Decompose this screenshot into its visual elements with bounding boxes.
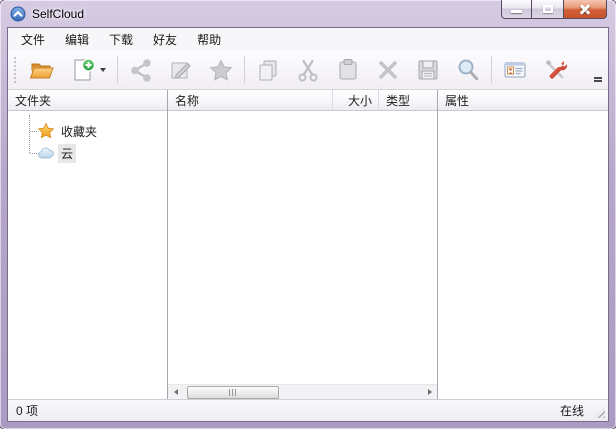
tree-item-label[interactable]: 收藏夹 [58,122,100,141]
save-icon [418,60,438,79]
arrow-right-icon [427,389,432,395]
app-window: SelfCloud 文件 编辑 下载 好友 帮助 文件夹 收藏夹 云 名称 大小… [0,0,616,429]
menu-edit[interactable]: 编辑 [55,28,99,51]
status-bar: 0 项 在线 [8,399,608,421]
edit-icon [171,62,191,79]
online-status-label: 在线 [559,404,584,418]
minimize-icon [511,9,522,13]
resize-grip-handle[interactable] [594,407,605,418]
open-folder-button[interactable] [22,53,62,87]
folders-panel: 文件夹 收藏夹 云 [8,90,168,399]
new-item-button[interactable] [62,53,114,87]
tree-item-label[interactable]: 云 [58,143,77,163]
open-folder-icon [29,63,54,78]
favorite-star-icon [209,58,233,81]
horizontal-scrollbar[interactable] [168,384,437,399]
client-area: 文件 编辑 下载 好友 帮助 文件夹 收藏夹 云 名称 大小 类型 属性 0 项… [8,28,608,421]
title-bar[interactable]: SelfCloud [0,0,616,28]
column-header-name[interactable]: 名称 [168,90,333,110]
folders-panel-header: 文件夹 [8,90,167,111]
new-item-icon [74,57,96,80]
toolbar-overflow-button[interactable] [593,76,603,84]
column-header-type[interactable]: 类型 [379,90,437,110]
toolbar-separator [117,55,118,84]
attributes-body [438,111,608,399]
search-button[interactable] [448,53,488,87]
column-header-size[interactable]: 大小 [333,90,379,110]
files-list-body[interactable] [168,111,437,384]
close-icon [578,2,592,16]
favorite-star-button[interactable] [201,53,241,87]
scrollbar-grip-icon [229,388,237,396]
paste-button[interactable] [328,53,368,87]
toolbar [8,50,608,90]
close-button[interactable] [563,0,607,19]
main-area: 文件夹 收藏夹 云 名称 大小 类型 属性 [8,90,608,399]
delete-button[interactable] [368,53,408,87]
item-count-label: 0 项 [16,404,39,418]
folders-tree: 收藏夹 云 [8,111,167,399]
toolbar-grip-handle[interactable] [13,56,17,83]
search-icon [458,59,479,80]
tree-connector: 收藏夹 云 [8,111,167,399]
share-button[interactable] [121,53,161,87]
menu-friends[interactable]: 好友 [143,28,187,51]
cut-icon [298,59,318,81]
star-icon [37,122,55,139]
menu-file[interactable]: 文件 [11,28,55,51]
share-icon [131,58,151,82]
tree-item-favorites[interactable]: 收藏夹 [8,120,167,142]
files-panel: 名称 大小 类型 [168,90,438,399]
account-card-button[interactable] [495,53,535,87]
scrollbar-thumb[interactable] [187,385,279,399]
save-button[interactable] [408,53,448,87]
delete-icon [379,60,397,79]
menu-download[interactable]: 下载 [99,28,143,51]
tree-item-cloud[interactable]: 云 [8,142,167,164]
copy-button[interactable] [248,53,288,87]
window-controls [501,0,607,19]
menu-help[interactable]: 帮助 [187,28,231,51]
attributes-panel-header: 属性 [438,90,608,111]
attributes-header-label: 属性 [445,93,470,108]
tools-icon [546,59,568,79]
scroll-right-button[interactable] [422,385,437,400]
minimize-button[interactable] [501,0,532,19]
menu-bar: 文件 编辑 下载 好友 帮助 [8,28,608,50]
copy-icon [259,60,277,80]
files-panel-header: 名称 大小 类型 [168,90,437,111]
toolbar-separator [244,55,245,84]
arrow-left-icon [173,389,178,395]
window-title: SelfCloud [32,7,85,21]
folders-header-label: 文件夹 [15,93,52,108]
cloud-upload-icon [10,6,26,22]
attributes-panel: 属性 [438,90,608,399]
toolbar-separator [491,55,492,84]
settings-tools-button[interactable] [535,53,575,87]
edit-button[interactable] [161,53,201,87]
new-item-dropdown-icon[interactable] [100,67,106,72]
maximize-icon [542,5,553,13]
paste-icon [339,58,357,79]
scroll-left-button[interactable] [168,385,183,400]
id-card-icon [504,62,526,77]
cut-button[interactable] [288,53,328,87]
maximize-button[interactable] [532,0,563,19]
cloud-icon [38,147,54,159]
